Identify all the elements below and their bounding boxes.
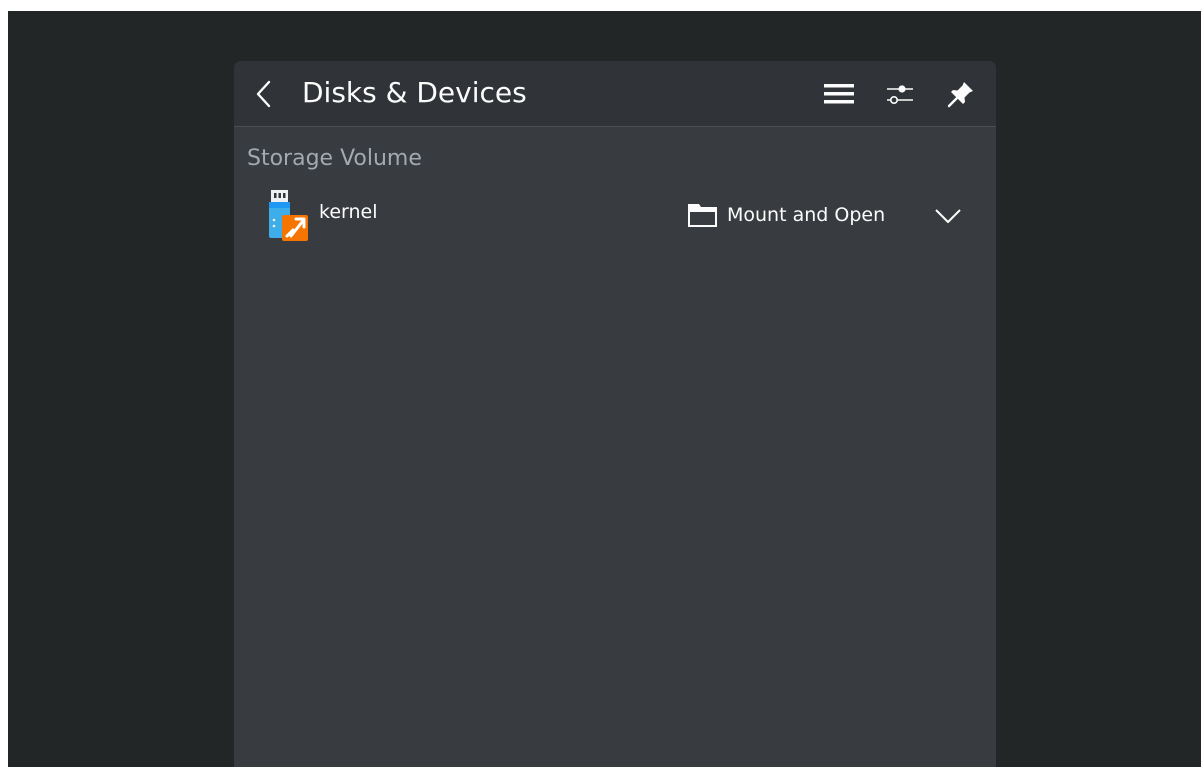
mount-and-open-action[interactable]: Mount and Open (685, 195, 970, 235)
disks-devices-popup: Disks & Devices Storage Volume kernel Mo… (234, 61, 996, 767)
chevron-down-icon[interactable] (934, 207, 962, 225)
page-title: Disks & Devices (302, 76, 527, 109)
menu-button[interactable] (824, 79, 854, 109)
popup-header: Disks & Devices (234, 61, 996, 127)
section-header-storage-volume: Storage Volume (247, 146, 422, 171)
device-item[interactable]: kernel Mount and Open (234, 187, 996, 247)
action-label: Mount and Open (727, 204, 886, 226)
sliders-icon (887, 85, 913, 104)
back-button[interactable] (252, 79, 278, 109)
pin-button[interactable] (946, 79, 976, 109)
usb-drive-icon (265, 190, 311, 242)
hamburger-menu-icon (824, 84, 854, 104)
chevron-left-icon (256, 80, 271, 108)
desktop-background: Disks & Devices Storage Volume kernel Mo… (8, 11, 1201, 767)
pin-icon (947, 82, 973, 108)
device-name: kernel (319, 201, 378, 223)
folder-icon (688, 204, 717, 227)
configure-button[interactable] (885, 79, 915, 109)
